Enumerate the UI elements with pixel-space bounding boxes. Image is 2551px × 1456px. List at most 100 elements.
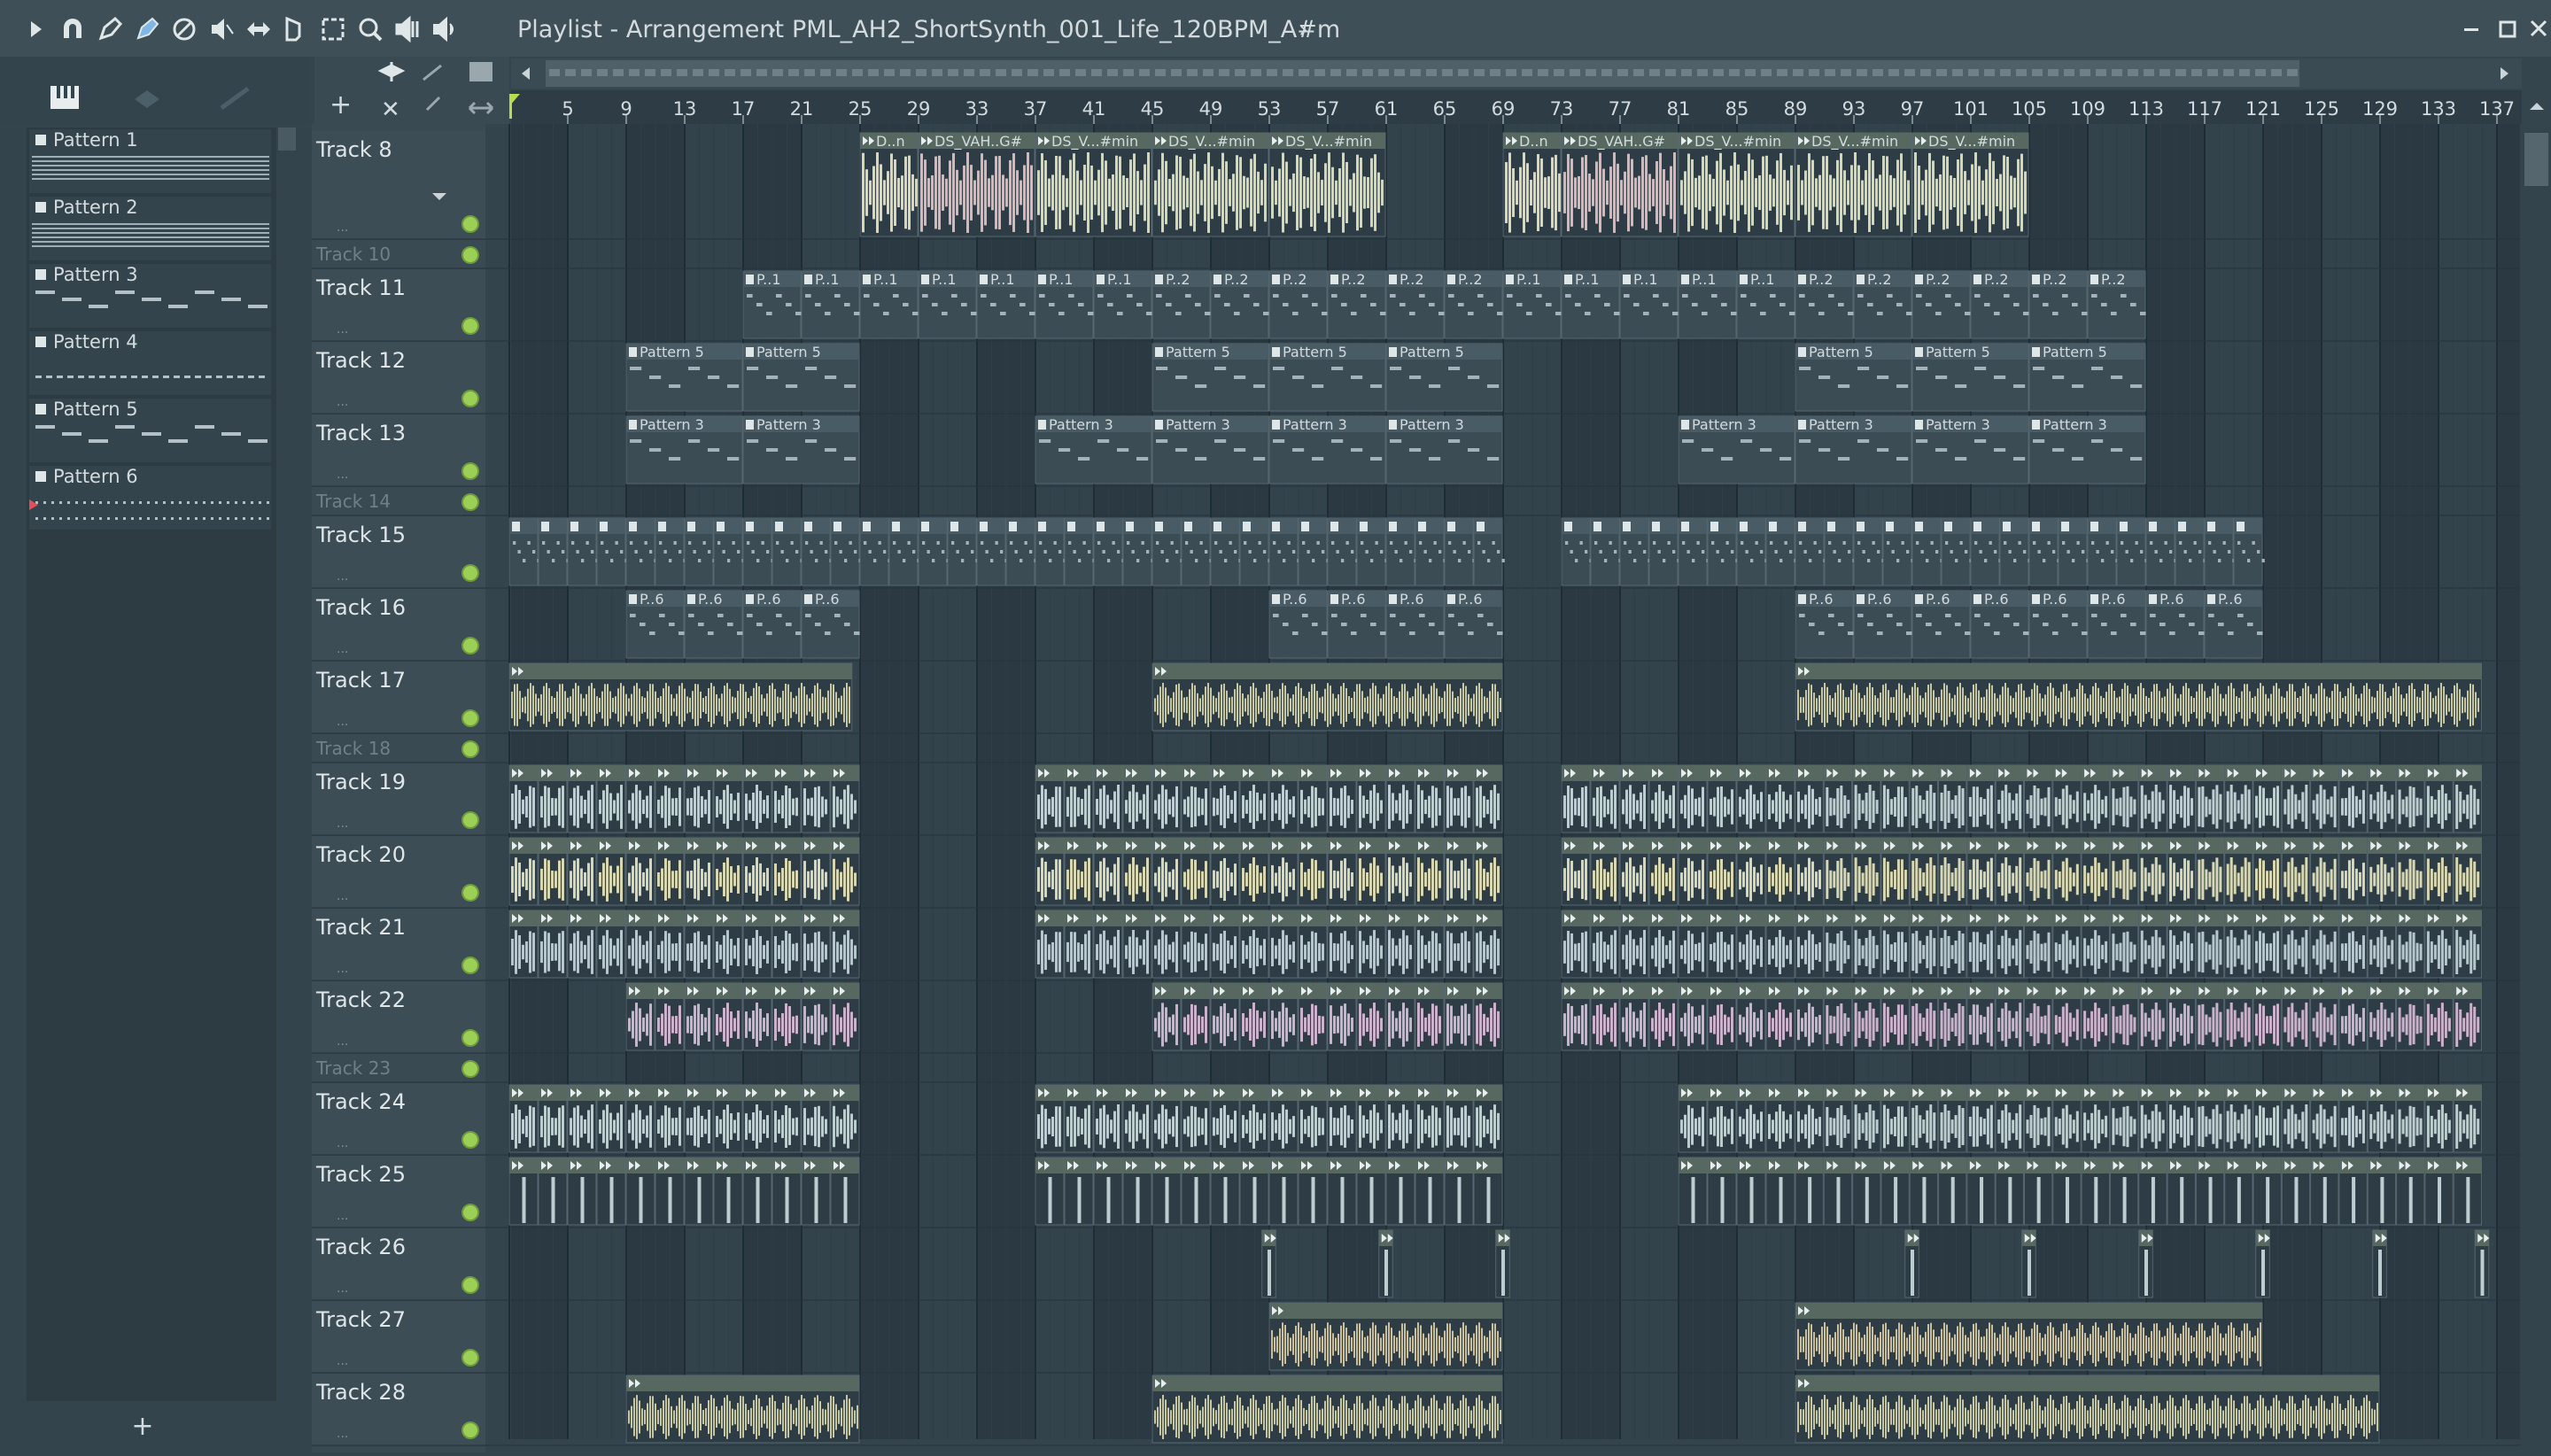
audio-clip[interactable] (597, 765, 625, 833)
pattern-clip[interactable]: P..6 (1854, 591, 1912, 658)
audio-clip[interactable] (1357, 1085, 1385, 1152)
audio-clip[interactable] (2256, 1230, 2270, 1297)
pattern-clip[interactable] (2175, 518, 2206, 585)
audio-clip[interactable] (2196, 983, 2223, 1050)
audio-clip[interactable] (2196, 838, 2223, 905)
audio-clip[interactable] (1939, 838, 1966, 905)
audio-clip[interactable] (831, 1085, 859, 1152)
audio-clip[interactable] (1679, 910, 1707, 978)
pattern-clip[interactable]: P..6 (1971, 591, 2029, 658)
audio-clip[interactable] (714, 1085, 742, 1152)
audio-clip[interactable] (626, 983, 655, 1050)
audio-clip[interactable] (509, 663, 852, 731)
audio-clip[interactable] (685, 1085, 713, 1152)
pattern-clip[interactable]: P..1 (1094, 271, 1152, 338)
audio-clip[interactable] (1620, 765, 1648, 833)
audio-clip[interactable] (2110, 1085, 2137, 1152)
pattern-clip[interactable] (1795, 518, 1826, 585)
track-header[interactable]: Track 28... (312, 1374, 485, 1445)
audio-clip[interactable] (831, 983, 859, 1050)
audio-clip[interactable] (2110, 838, 2137, 905)
pattern-clip[interactable]: P..6 (1386, 591, 1445, 658)
pattern-clip[interactable]: P..6 (2146, 591, 2205, 658)
audio-clip[interactable] (1182, 910, 1210, 978)
pattern-clip[interactable]: P..6 (2205, 591, 2263, 658)
audio-clip[interactable] (2082, 910, 2109, 978)
audio-clip[interactable] (1910, 1158, 1937, 1225)
audio-clip[interactable] (1679, 765, 1707, 833)
audio-clip[interactable] (1152, 663, 1502, 731)
audio-clip[interactable] (1357, 910, 1385, 978)
audio-clip[interactable] (714, 1158, 742, 1225)
track-header[interactable]: Track 20... (312, 836, 485, 908)
track-header[interactable]: Track 22... (312, 981, 485, 1053)
audio-clip[interactable] (1939, 910, 1966, 978)
pattern-clip[interactable]: P..2 (1971, 271, 2029, 338)
audio-clip[interactable] (1474, 838, 1502, 905)
pattern-clip[interactable] (2234, 518, 2265, 585)
audio-clip[interactable] (772, 1158, 801, 1225)
pattern-clip[interactable]: P..2 (1152, 271, 1211, 338)
audio-clip[interactable] (2475, 1230, 2489, 1297)
pattern-clip[interactable] (831, 518, 862, 585)
pattern-clip[interactable] (1415, 518, 1446, 585)
audio-clip[interactable] (1415, 1085, 1444, 1152)
audio-clip[interactable] (1094, 1085, 1122, 1152)
audio-clip[interactable] (1299, 1085, 1327, 1152)
audio-clip[interactable] (1496, 1230, 1510, 1297)
pattern-clip[interactable] (860, 518, 891, 585)
pattern-clip[interactable] (1094, 518, 1125, 585)
pattern-clip[interactable] (1299, 518, 1330, 585)
audio-clip[interactable] (1996, 983, 2023, 1050)
pattern-clip[interactable] (802, 518, 833, 585)
pattern-clip[interactable] (2117, 518, 2148, 585)
pattern-clip[interactable] (1942, 518, 1973, 585)
pattern-clip[interactable] (948, 518, 979, 585)
pattern-clip[interactable]: P..6 (743, 591, 802, 658)
audio-clip[interactable] (1328, 1158, 1356, 1225)
audio-clip[interactable] (772, 910, 801, 978)
audio-clip[interactable] (1415, 838, 1444, 905)
pattern-clip[interactable]: P..2 (1854, 271, 1912, 338)
audio-clip[interactable] (597, 1158, 625, 1225)
pattern-clip[interactable] (772, 518, 803, 585)
pattern-clip[interactable] (743, 518, 774, 585)
audio-clip[interactable] (2282, 765, 2309, 833)
pattern-clip[interactable]: P..2 (1445, 271, 1503, 338)
audio-clip[interactable] (1737, 1158, 1765, 1225)
audio-clip[interactable] (539, 765, 567, 833)
audio-clip[interactable] (597, 910, 625, 978)
audio-clip[interactable] (743, 1085, 772, 1152)
picker-add-button[interactable]: + (131, 1411, 153, 1442)
audio-clip[interactable] (1211, 1085, 1239, 1152)
pattern-clip[interactable]: Pattern 5 (1269, 344, 1385, 411)
pattern-clip[interactable] (568, 518, 599, 585)
audio-clip[interactable] (2110, 1158, 2137, 1225)
audio-clip[interactable] (1094, 838, 1122, 905)
breadcrumb-chevron[interactable]: › (1299, 16, 1308, 43)
audio-clip[interactable] (1240, 910, 1268, 978)
audio-clip[interactable] (1795, 1303, 2262, 1370)
audio-clip[interactable]: DS_V...#min (1269, 133, 1385, 236)
audio-clip[interactable] (1967, 838, 1995, 905)
audio-clip[interactable] (2167, 910, 2195, 978)
audio-clip[interactable] (2425, 983, 2453, 1050)
audio-clip[interactable] (1766, 983, 1795, 1050)
pattern-clip[interactable]: Pattern 3 (1386, 416, 1502, 484)
pattern-clip[interactable] (1006, 518, 1037, 585)
audio-clip[interactable] (2053, 983, 2081, 1050)
audio-clip[interactable] (655, 1158, 684, 1225)
pattern-clip[interactable] (597, 518, 628, 585)
audio-clip[interactable] (1415, 983, 1444, 1050)
audio-clip[interactable] (1853, 910, 1880, 978)
picker-item-pattern-5[interactable]: Pattern 5 (29, 399, 271, 462)
audio-clip[interactable] (2339, 765, 2367, 833)
audio-clip[interactable]: DS_VAH..G# (919, 133, 1035, 236)
audio-clip[interactable] (743, 838, 772, 905)
audio-clip[interactable] (1881, 1158, 1909, 1225)
pattern-clip[interactable]: P..1 (919, 271, 977, 338)
picker-item-pattern-4[interactable]: Pattern 4 (29, 331, 271, 395)
track-header[interactable]: Track 11... (312, 269, 485, 341)
audio-clip[interactable] (1766, 1158, 1795, 1225)
pattern-clip[interactable]: P..6 (2029, 591, 2088, 658)
